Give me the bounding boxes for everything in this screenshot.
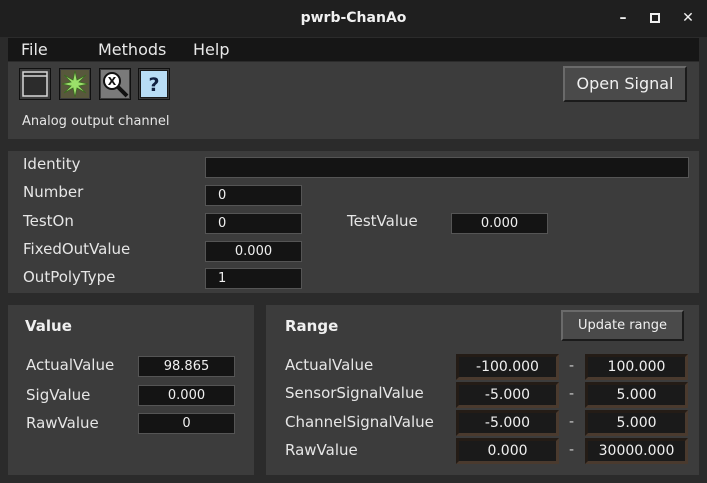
open-object-button[interactable] [59, 68, 91, 100]
minimize-button[interactable]: – [613, 8, 633, 28]
testvalue-field[interactable]: 0.000 [451, 213, 548, 234]
outpolytype-label: OutPolyType [23, 268, 116, 286]
teston-label: TestOn [23, 212, 74, 230]
range-actualvalue-min[interactable]: -100.000 [456, 354, 559, 380]
outpolytype-field[interactable]: 1 [205, 268, 302, 289]
range-heading: Range [285, 317, 339, 335]
range-panel: Range Update range ActualValue -100.000 … [266, 305, 699, 475]
range-separator: - [569, 414, 575, 430]
range-channelsignal-label: ChannelSignalValue [285, 413, 434, 431]
open-graph-button[interactable] [19, 68, 51, 100]
range-actualvalue-label: ActualValue [285, 356, 374, 374]
range-channelsignal-max[interactable]: 5.000 [585, 410, 688, 436]
svg-text:?: ? [148, 74, 159, 96]
number-field[interactable]: 0 [205, 185, 302, 206]
rawvalue-label: RawValue [26, 414, 99, 432]
range-rawvalue-label: RawValue [285, 441, 358, 459]
open-signal-button[interactable]: Open Signal [563, 66, 687, 102]
toolbar-panel: X ? Analog output channel Open Signal [8, 62, 699, 139]
menu-methods[interactable]: Methods [98, 40, 166, 59]
menu-file[interactable]: File [21, 40, 48, 59]
range-separator: - [569, 442, 575, 458]
number-label: Number [23, 183, 84, 201]
help-button[interactable]: ? [138, 68, 170, 100]
identity-field[interactable] [205, 157, 689, 178]
range-sensorsignal-label: SensorSignalValue [285, 384, 424, 402]
range-actualvalue-max[interactable]: 100.000 [585, 354, 688, 380]
signal-star-icon [61, 70, 89, 98]
range-separator: - [569, 386, 575, 402]
sigvalue-label: SigValue [26, 386, 91, 404]
attributes-panel: Identity Number 0 TestOn 0 TestValue 0.0… [8, 151, 699, 293]
window-icon [22, 71, 48, 97]
sigvalue-field: 0.000 [138, 385, 235, 406]
menu-bar: File Methods Help [8, 38, 699, 61]
actualvalue-label: ActualValue [26, 356, 115, 374]
title-bar: pwrb-ChanAo – ✕ [0, 0, 707, 37]
range-sensorsignal-min[interactable]: -5.000 [456, 382, 559, 408]
identity-label: Identity [23, 155, 81, 173]
range-channelsignal-min[interactable]: -5.000 [456, 410, 559, 436]
crossref-button[interactable]: X [99, 68, 131, 100]
object-description: Analog output channel [22, 114, 170, 129]
value-heading: Value [25, 317, 72, 335]
maximize-button[interactable] [645, 8, 665, 28]
testvalue-label: TestValue [347, 212, 418, 230]
range-separator: - [569, 358, 575, 374]
rawvalue-field: 0 [138, 413, 235, 434]
close-button[interactable]: ✕ [678, 8, 698, 28]
value-panel: Value ActualValue 98.865 SigValue 0.000 … [8, 305, 254, 475]
fixedoutvalue-field[interactable]: 0.000 [205, 241, 302, 262]
search-cross-icon: X [101, 70, 129, 98]
menu-help[interactable]: Help [193, 40, 229, 59]
fixedoutvalue-label: FixedOutValue [23, 240, 131, 258]
window-title: pwrb-ChanAo [300, 10, 407, 26]
update-range-button[interactable]: Update range [561, 310, 684, 341]
teston-field[interactable]: 0 [205, 213, 302, 234]
range-sensorsignal-max[interactable]: 5.000 [585, 382, 688, 408]
svg-text:X: X [108, 75, 117, 88]
help-icon: ? [140, 70, 168, 98]
range-rawvalue-min[interactable]: 0.000 [456, 438, 559, 464]
range-rawvalue-max[interactable]: 30000.000 [585, 438, 688, 464]
actualvalue-field: 98.865 [138, 356, 235, 377]
maximize-icon [650, 13, 660, 23]
